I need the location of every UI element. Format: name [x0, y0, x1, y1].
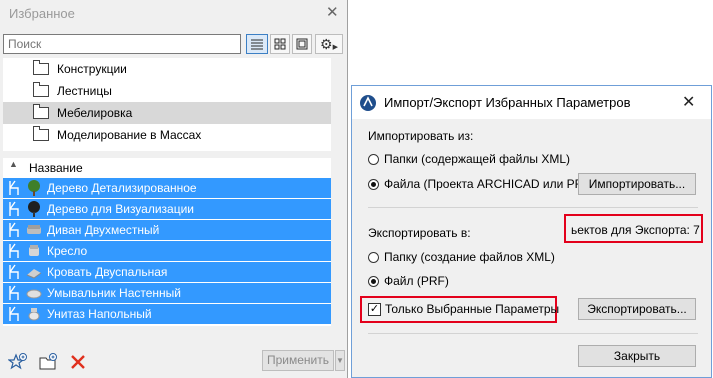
list-view-icon[interactable]	[246, 34, 268, 54]
radio-import-folder[interactable]	[368, 154, 379, 165]
folder-tree: Конструкции Лестницы Мебелировка Моделир…	[3, 58, 331, 151]
list-item-label: Умывальник Настенный	[47, 286, 181, 300]
sort-arrow-icon[interactable]: ▲	[9, 159, 18, 169]
folder-label: Лестницы	[57, 84, 112, 98]
add-favorite-icon[interactable]	[8, 352, 28, 372]
new-folder-icon[interactable]	[38, 352, 58, 372]
folder-label: Моделирование в Массах	[57, 128, 202, 142]
gear-icon[interactable]: ⚙▶	[315, 34, 343, 54]
apply-button[interactable]: Применить	[262, 350, 334, 371]
bed-icon	[26, 269, 42, 279]
tree-icon	[28, 180, 40, 196]
tree-icon	[28, 201, 40, 217]
section-divider	[368, 207, 698, 208]
chair-icon	[9, 222, 19, 237]
close-icon[interactable]: ✕	[682, 92, 695, 112]
folder-icon	[33, 82, 49, 97]
radio-export-folder[interactable]	[368, 252, 379, 263]
folder-item[interactable]: Моделирование в Массах	[3, 124, 331, 146]
import-button[interactable]: Импортировать...	[578, 173, 696, 195]
export-count-text: ьектов для Экспорта: 7	[571, 223, 700, 237]
folder-item[interactable]: Конструкции	[3, 58, 331, 80]
folder-icon	[33, 104, 49, 119]
list-item[interactable]: Кресло	[3, 241, 331, 261]
only-selected-label: Только Выбранные Параметры	[385, 302, 560, 316]
export-section-label: Экспортировать в:	[368, 226, 471, 240]
only-selected-checkbox[interactable]: ✓	[368, 303, 381, 316]
archicad-logo-icon	[360, 95, 376, 111]
large-preview-icon[interactable]	[292, 34, 312, 54]
dialog-titlebar[interactable]: Импорт/Экспорт Избранных Параметров ✕	[352, 86, 711, 119]
list-item-label: Дерево Детализированное	[47, 181, 197, 195]
column-header-name[interactable]: Название	[29, 161, 83, 175]
chair-icon	[9, 264, 19, 279]
list-item[interactable]: Дерево для Визуализации	[3, 199, 331, 219]
radio-label: Папку (создание файлов XML)	[384, 250, 555, 264]
chevron-down-icon[interactable]: ▼	[335, 350, 345, 371]
import-export-dialog: Импорт/Экспорт Избранных Параметров ✕ Им…	[351, 85, 712, 378]
list-item[interactable]: Диван Двухместный	[3, 220, 331, 240]
chair-icon	[9, 285, 19, 300]
dialog-body: Импортировать из: Папки (содержащей файл…	[352, 119, 711, 377]
list-item[interactable]: Дерево Детализированное	[3, 178, 331, 198]
radio-label: Файл (PRF)	[384, 274, 449, 288]
list-item[interactable]: Кровать Двуспальная	[3, 262, 331, 282]
list-item-label: Кресло	[47, 244, 88, 258]
favorites-palette: Избранное ✕ ⚙▶ Конструкции Лестницы Мебе…	[0, 0, 348, 378]
search-input[interactable]	[3, 34, 241, 54]
folder-icon	[33, 60, 49, 75]
folder-label: Мебелировка	[57, 106, 133, 120]
list-header[interactable]: ▲ Название	[3, 158, 331, 179]
close-icon[interactable]: ✕	[326, 4, 339, 22]
list-item-label: Дерево для Визуализации	[47, 202, 195, 216]
radio-label: Файла (Проекта ARCHICAD или PRF)	[384, 177, 595, 191]
close-button[interactable]: Закрыть	[578, 345, 696, 367]
import-section-label: Импортировать из:	[368, 129, 474, 143]
list-item[interactable]: Унитаз Напольный	[3, 304, 331, 324]
folder-icon	[33, 126, 49, 141]
folder-label: Конструкции	[57, 62, 127, 76]
radio-label: Папки (содержащей файлы XML)	[384, 152, 571, 166]
favorites-list: ▲ Название Дерево Детализированное Дерев…	[3, 158, 331, 326]
delete-icon[interactable]	[68, 352, 88, 372]
chair-icon	[9, 243, 19, 258]
section-divider	[368, 333, 698, 334]
radio-export-file[interactable]	[368, 276, 379, 287]
sofa-icon	[27, 225, 41, 234]
list-item-label: Диван Двухместный	[47, 223, 160, 237]
toilet-icon	[28, 308, 40, 321]
chair-icon	[9, 306, 19, 321]
folder-item-selected[interactable]: Мебелировка	[3, 102, 331, 124]
washbasin-icon	[26, 289, 42, 299]
palette-title: Избранное	[9, 6, 75, 21]
list-item-label: Кровать Двуспальная	[47, 265, 168, 279]
list-item-label: Унитаз Напольный	[47, 307, 152, 321]
radio-import-file[interactable]	[368, 179, 379, 190]
chair-icon	[9, 201, 19, 216]
list-item[interactable]: Умывальник Настенный	[3, 283, 331, 303]
chair-icon	[9, 180, 19, 195]
folder-item[interactable]: Лестницы	[3, 80, 331, 102]
dialog-title: Импорт/Экспорт Избранных Параметров	[384, 95, 631, 110]
tree-scrollbar[interactable]	[333, 58, 345, 151]
armchair-icon	[29, 245, 39, 256]
export-button[interactable]: Экспортировать...	[578, 298, 696, 320]
grid-view-icon[interactable]	[270, 34, 290, 54]
